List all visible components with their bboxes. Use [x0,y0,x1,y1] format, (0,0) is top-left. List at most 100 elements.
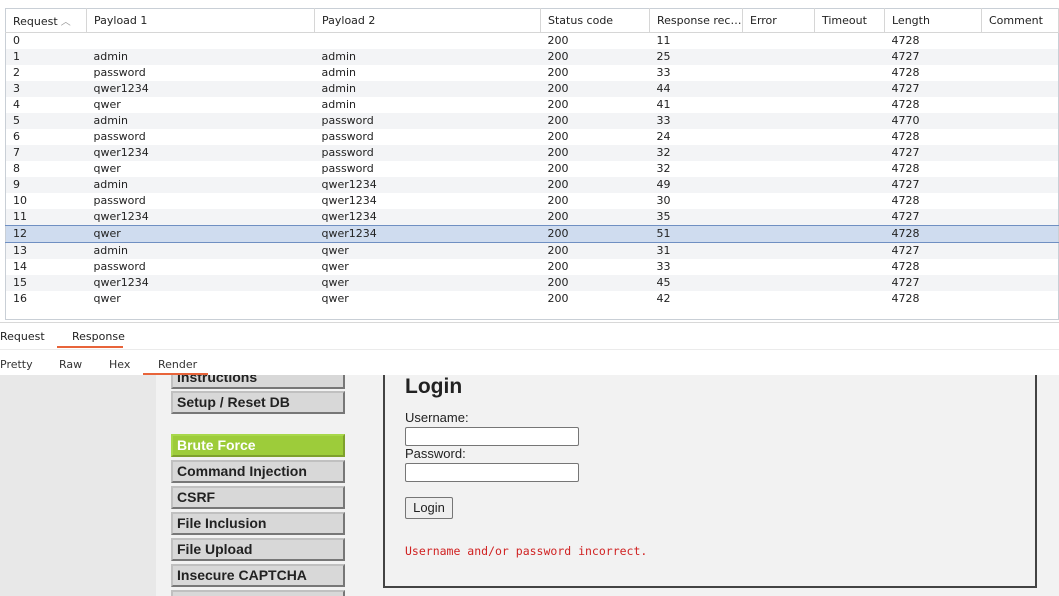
col-length-header[interactable]: Length [884,8,982,33]
table-row[interactable]: 13 admin qwer 200 31 4727 [5,242,1059,259]
cell-timeout [815,291,885,307]
cell-response-received: 33 [656,66,671,79]
cell-error [743,161,815,177]
cell-timeout [815,193,885,209]
table-row[interactable]: 2 password admin 200 33 4728 [6,65,1059,81]
table-row[interactable]: 7 qwer1234 password 200 32 4727 [5,145,1059,161]
table-row[interactable]: 8 qwer password 200 32 4728 [6,161,1059,177]
table-empty-space [6,307,1059,320]
table-row[interactable]: 11 qwer1234 qwer1234 200 35 4727 [5,209,1059,226]
dvwa-menu: Instructions Setup / Reset DB Brute Forc… [156,375,370,596]
cell-timeout [815,161,885,177]
cell-status: 200 [540,145,650,161]
table-row[interactable]: 12 qwer qwer1234 200 51 4728 [5,225,1059,243]
cell-timeout [814,81,885,97]
menu-insecure-captcha[interactable]: Insecure CAPTCHA [171,564,345,587]
table-row[interactable]: 16 qwer qwer 200 42 4728 [6,291,1059,307]
menu-next-item[interactable] [171,590,345,596]
table-row[interactable]: 10 password qwer1234 200 30 4728 [6,193,1059,209]
cell-length: 4728 [891,66,920,79]
cell-request: 15 [5,275,87,291]
cell-status: 200 [547,130,569,143]
menu-file-upload[interactable]: File Upload [171,538,345,561]
cell-error [742,113,815,129]
active-tab-indicator [57,346,123,348]
col-timeout-header[interactable]: Timeout [814,8,885,33]
cell-length: 4728 [891,292,920,305]
cell-length: 4728 [891,34,920,47]
col-payload2-header[interactable]: Payload 2 [314,8,541,33]
menu-setup-reset-db[interactable]: Setup / Reset DB [171,391,345,414]
table-empty-cell [6,307,1059,320]
cell-timeout [815,97,885,113]
menu-file-inclusion[interactable]: File Inclusion [171,512,345,535]
col-request-header[interactable]: Request ︿ [5,8,87,33]
cell-status: 200 [547,194,569,207]
cell-payload1: password [93,194,146,207]
cell-status: 200 [540,113,650,129]
col-error-header[interactable]: Error [742,8,815,33]
table-row[interactable]: 15 qwer1234 qwer 200 45 4727 [5,275,1059,291]
cell-error [743,193,815,209]
cell-timeout [815,65,885,81]
table-row[interactable]: 5 admin password 200 33 4770 [5,113,1059,129]
menu-instructions[interactable]: Instructions [171,375,345,389]
table-row[interactable]: 3 qwer1234 admin 200 44 4727 [5,81,1059,97]
cell-comment [982,193,1059,209]
tab-response[interactable]: Response [72,330,125,343]
cell-timeout [814,49,885,65]
cell-payload1: qwer1234 [86,81,315,97]
col-comment-header[interactable]: Comment [981,8,1059,33]
cell-status: 200 [547,98,569,111]
cell-payload2: password [314,145,541,161]
table-row[interactable]: 14 password qwer 200 33 4728 [6,259,1059,275]
cell-comment [981,81,1059,97]
password-input[interactable] [405,463,579,482]
cell-error [742,225,815,243]
cell-comment [981,113,1059,129]
login-button[interactable]: Login [405,497,453,519]
tab-render[interactable]: Render [158,358,197,371]
cell-response-received: 11 [656,34,671,47]
password-label: Password: [405,446,466,461]
cell-length: 4728 [891,162,920,175]
tab-pretty[interactable]: Pretty [0,358,33,371]
cell-response-received: 41 [656,98,671,111]
cell-error [742,242,815,259]
menu-command-injection[interactable]: Command Injection [171,460,345,483]
col-payload1-header[interactable]: Payload 1 [86,8,315,33]
cell-length: 4728 [891,260,920,273]
cell-error [742,275,815,291]
cell-response-received: 31 [649,242,743,259]
cell-error [742,145,815,161]
tab-request[interactable]: Request [0,330,45,343]
tab-hex[interactable]: Hex [109,358,130,371]
cell-comment [981,275,1059,291]
col-response-received-header[interactable]: Response recei… [649,8,743,33]
table-row[interactable]: 1 admin admin 200 25 4727 [5,49,1059,65]
col-status-header[interactable]: Status code [540,8,650,33]
cell-request: 0 [13,34,20,47]
menu-csrf[interactable]: CSRF [171,486,345,509]
table-row[interactable]: 6 password password 200 24 4728 [6,129,1059,145]
login-title: Login [405,375,463,398]
cell-payload1: qwer [93,162,121,175]
cell-length: 4727 [884,209,982,226]
cell-comment [982,97,1059,113]
cell-payload2: admin [314,81,541,97]
cell-error [742,177,815,193]
username-input[interactable] [405,427,579,446]
tab-raw[interactable]: Raw [59,358,82,371]
table-row[interactable]: 0 200 11 4728 [6,33,1059,50]
cell-payload1: admin [86,242,315,259]
cell-response-received: 25 [649,49,743,65]
cell-response-received: 35 [649,209,743,226]
cell-status: 200 [547,292,569,305]
cell-payload2: qwer [321,292,349,305]
table-row[interactable]: 9 admin qwer1234 200 49 4727 [5,177,1059,193]
table-row[interactable]: 4 qwer admin 200 41 4728 [6,97,1059,113]
cell-payload2: qwer1234 [321,194,377,207]
menu-brute-force[interactable]: Brute Force [171,434,345,457]
cell-error [742,81,815,97]
cell-status: 200 [540,242,650,259]
